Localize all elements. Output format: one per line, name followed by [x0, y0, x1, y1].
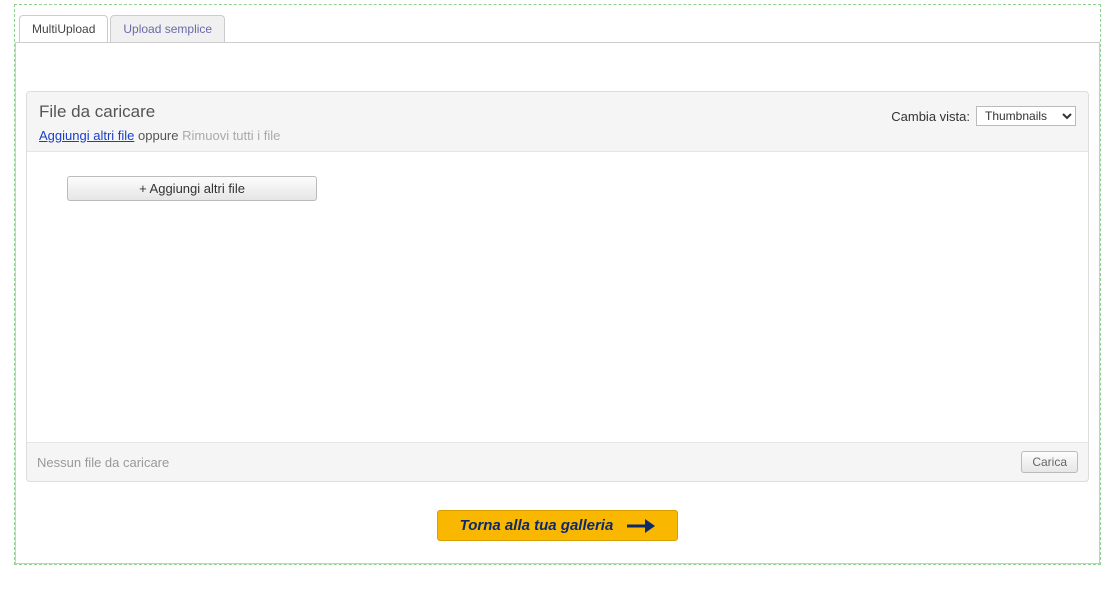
files-title: File da caricare	[39, 102, 891, 122]
tab-content: File da caricare Aggiungi altri file opp…	[15, 42, 1100, 564]
panel-footer: Nessun file da caricare Carica	[27, 442, 1088, 481]
panel-header: File da caricare Aggiungi altri file opp…	[27, 92, 1088, 152]
upload-button[interactable]: Carica	[1021, 451, 1078, 473]
add-files-button[interactable]: + Aggiungi altri file	[67, 176, 317, 201]
header-links: Aggiungi altri file oppure Rimuovi tutti…	[39, 128, 891, 143]
upload-panel: File da caricare Aggiungi altri file opp…	[26, 91, 1089, 482]
panel-header-right: Cambia vista: Thumbnails	[891, 106, 1076, 126]
tab-multiupload[interactable]: MultiUpload	[19, 15, 108, 42]
back-to-gallery-button[interactable]: Torna alla tua galleria	[437, 510, 679, 541]
upload-container: MultiUpload Upload semplice File da cari…	[14, 4, 1101, 565]
panel-body: + Aggiungi altri file	[27, 152, 1088, 442]
tab-bar: MultiUpload Upload semplice	[15, 15, 1100, 42]
tabs-wrapper: MultiUpload Upload semplice File da cari…	[15, 5, 1100, 564]
arrow-right-icon	[627, 518, 655, 534]
gallery-button-label: Torna alla tua galleria	[460, 517, 614, 534]
remove-all-link: Rimuovi tutti i file	[182, 128, 280, 143]
add-files-link[interactable]: Aggiungi altri file	[39, 128, 134, 143]
tab-simple-upload[interactable]: Upload semplice	[110, 15, 225, 42]
view-select[interactable]: Thumbnails	[976, 106, 1076, 126]
upload-status: Nessun file da caricare	[37, 455, 169, 470]
gallery-button-wrap: Torna alla tua galleria	[16, 492, 1099, 563]
link-separator: oppure	[138, 128, 178, 143]
panel-header-left: File da caricare Aggiungi altri file opp…	[39, 102, 891, 143]
view-label: Cambia vista:	[891, 109, 970, 124]
